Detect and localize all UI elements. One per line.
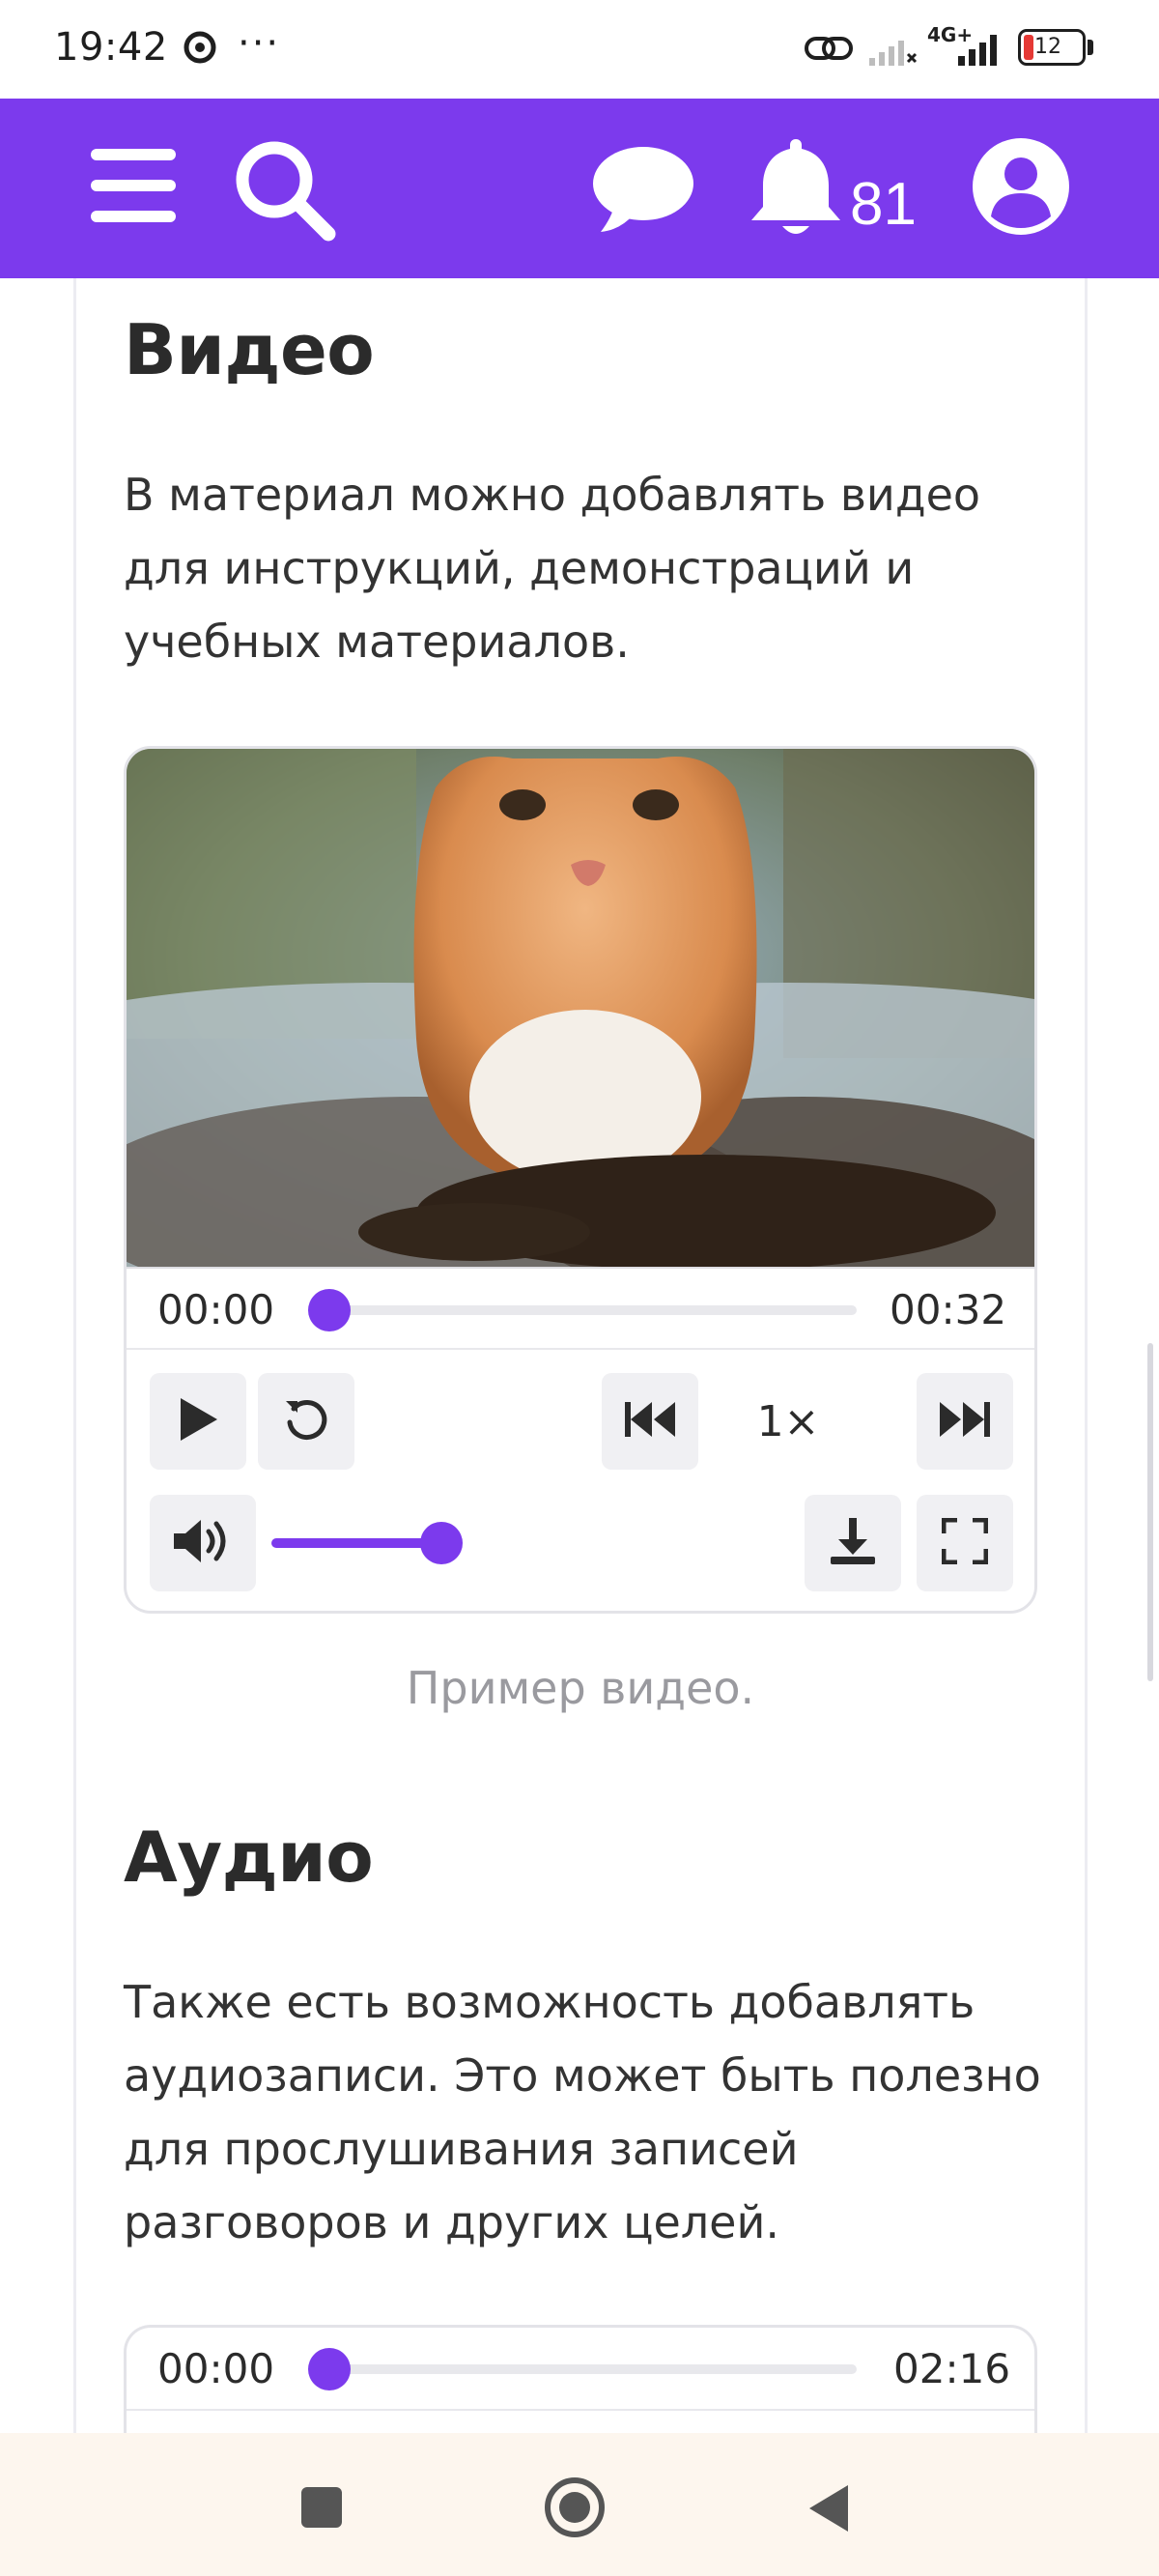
play-button[interactable] bbox=[150, 1373, 246, 1470]
volume-knob[interactable] bbox=[420, 1522, 463, 1564]
play-icon bbox=[177, 1396, 219, 1446]
video-progress-row: 00:00 00:32 bbox=[127, 1267, 1034, 1350]
video-player: 00:00 00:32 1× bbox=[124, 746, 1037, 1614]
back-button[interactable] bbox=[807, 2483, 850, 2537]
status-time: 19:42 bbox=[54, 25, 168, 70]
menu-icon[interactable] bbox=[89, 147, 178, 228]
skip-back-icon bbox=[623, 1400, 677, 1443]
recents-button[interactable] bbox=[299, 2485, 344, 2533]
skip-back-button[interactable] bbox=[602, 1373, 698, 1470]
signal-1-icon bbox=[867, 35, 918, 70]
replay-button[interactable] bbox=[258, 1373, 354, 1470]
search-icon[interactable] bbox=[232, 137, 338, 247]
home-button[interactable] bbox=[543, 2476, 607, 2543]
fullscreen-icon bbox=[941, 1517, 989, 1568]
video-section-text: В материал можно добавлять видео для инс… bbox=[124, 469, 981, 668]
audio-progress-track[interactable] bbox=[329, 2364, 857, 2374]
scrollbar[interactable] bbox=[1147, 1343, 1153, 1681]
download-button[interactable] bbox=[805, 1495, 901, 1591]
battery-tip bbox=[1088, 40, 1093, 55]
video-section-title: Видео bbox=[124, 309, 375, 390]
fullscreen-button[interactable] bbox=[917, 1495, 1013, 1591]
volume-track[interactable] bbox=[271, 1538, 441, 1548]
signal-2-icon bbox=[956, 33, 1004, 70]
skip-forward-icon bbox=[938, 1400, 992, 1443]
system-nav-bar bbox=[0, 2433, 1159, 2576]
skip-forward-button[interactable] bbox=[917, 1373, 1013, 1470]
audio-section-text: Также есть возможность добавлять аудиоза… bbox=[124, 1976, 1041, 2248]
audio-progress-knob[interactable] bbox=[308, 2348, 351, 2390]
account-icon[interactable] bbox=[972, 137, 1070, 240]
bell-icon[interactable] bbox=[749, 135, 842, 245]
audio-duration: 02:16 bbox=[893, 2345, 1011, 2392]
video-frame[interactable] bbox=[127, 749, 1034, 1267]
battery-icon: 12 bbox=[1018, 29, 1086, 66]
battery-level: 12 bbox=[1034, 35, 1061, 59]
video-progress-knob[interactable] bbox=[308, 1289, 351, 1331]
chat-icon[interactable] bbox=[591, 143, 695, 240]
notifications-count[interactable]: 81 bbox=[850, 170, 917, 239]
status-bar: 19:42 ··· 4G+ 12 bbox=[0, 0, 1159, 97]
audio-section-title: Аудио bbox=[124, 1817, 374, 1898]
video-caption: Пример видео. bbox=[406, 1662, 755, 1714]
audio-progress-row: 00:00 02:16 bbox=[127, 2328, 1034, 2411]
video-progress-track[interactable] bbox=[329, 1305, 857, 1315]
playback-speed-button[interactable]: 1× bbox=[735, 1373, 841, 1470]
video-duration: 00:32 bbox=[890, 1286, 1007, 1333]
audio-current-time: 00:00 bbox=[157, 2345, 275, 2392]
status-more-dots: ··· bbox=[238, 21, 281, 66]
video-current-time: 00:00 bbox=[157, 1286, 275, 1333]
chrome-icon bbox=[184, 31, 216, 68]
link-icon bbox=[804, 33, 854, 68]
volume-button[interactable] bbox=[150, 1495, 256, 1591]
download-icon bbox=[829, 1516, 877, 1570]
replay-icon bbox=[282, 1395, 330, 1447]
volume-icon bbox=[172, 1518, 234, 1568]
